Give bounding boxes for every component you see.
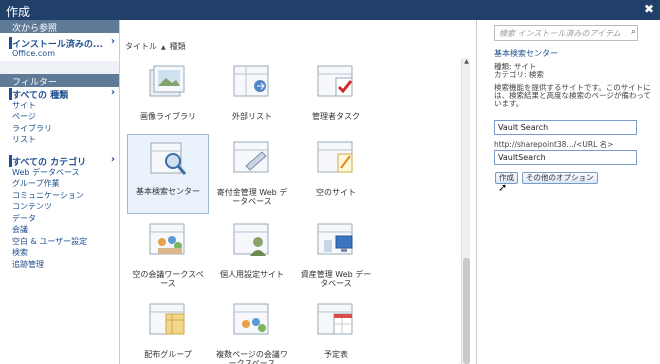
name-field[interactable]: Vault Search — [494, 120, 637, 135]
close-icon[interactable]: ✖ — [644, 2, 654, 16]
nav-item-site[interactable]: サイト — [12, 100, 119, 112]
template-title: 基本検索センター — [494, 49, 558, 58]
nav-item-page[interactable]: ページ — [12, 111, 119, 123]
nav-item-blank[interactable]: 空白 & ユーザー設定 — [12, 236, 119, 248]
sort-type[interactable]: 種類 — [170, 42, 186, 51]
all-categories-filter[interactable]: すべての カテゴリ › — [9, 153, 119, 168]
chevron-right-icon: › — [110, 36, 115, 47]
installed-label: インストール済みの... — [12, 40, 104, 50]
installed-filter[interactable]: インストール済みの... › — [9, 36, 119, 50]
tile-label: 予定表 — [324, 350, 348, 359]
search-center-icon — [150, 142, 187, 175]
tile-label: 個人用設定サイト — [220, 270, 284, 279]
tile-label: 寄付金管理 Web データベース — [216, 188, 288, 206]
title-bar: 作成 ✖ — [0, 0, 660, 20]
description-line: います。 — [494, 99, 524, 108]
template-gallery: タイトル ▲ 種類 画像ライブラリ 外部リスト 管理者タスク 基本検索センター 寄付… — [121, 20, 475, 364]
nav-item-collab[interactable]: グループ作業 — [12, 178, 119, 190]
admin-tasks-icon — [317, 65, 353, 97]
tile-label: 空のサイト — [316, 188, 356, 197]
tile-blank-meeting[interactable]: 空の会議ワークスペース — [127, 216, 209, 296]
mouse-cursor-icon: ➚ — [498, 181, 508, 194]
sort-title[interactable]: タイトル — [125, 42, 157, 51]
url-label: http://sharepoint38.../<URL 名> — [494, 140, 614, 149]
sort-bar: タイトル ▲ 種類 — [125, 41, 186, 52]
window-title: 作成 — [6, 5, 31, 19]
chevron-right-icon: › — [110, 153, 115, 165]
nav-item-data[interactable]: データ — [12, 213, 119, 225]
multipage-meeting-icon — [233, 303, 269, 335]
tile-label: 複数ページの会議ワークスペース — [216, 350, 288, 364]
nav-item-search[interactable]: 検索 — [12, 247, 119, 259]
personal-site-icon — [233, 223, 269, 256]
blank-site-icon — [317, 141, 353, 173]
tile-calendar[interactable]: 予定表 — [295, 296, 377, 364]
nav-item-meeting[interactable]: 会議 — [12, 224, 119, 236]
tile-label: 画像ライブラリ — [140, 112, 196, 121]
scroll-up-icon[interactable]: ▲ — [463, 58, 470, 66]
url-field[interactable]: VaultSearch — [494, 150, 637, 165]
all-categories-label: すべての カテゴリ — [12, 157, 87, 168]
picture-library-icon — [149, 65, 185, 97]
search-input[interactable]: 検索 インストール済みのアイテム — [494, 25, 638, 41]
details-pane: 検索 インストール済みのアイテム ⌕ 基本検索センター 種類: サイト カテゴリ… — [476, 20, 660, 364]
nav-item-library[interactable]: ライブラリ — [12, 123, 119, 135]
search-icon[interactable]: ⌕ — [631, 27, 636, 37]
tile-label: 空の会議ワークスペース — [132, 270, 204, 288]
tile-blank-site[interactable]: 空のサイト — [295, 134, 377, 214]
tile-picture-library[interactable]: 画像ライブラリ — [127, 58, 209, 138]
gallery-scrollbar[interactable]: ▲ — [461, 58, 470, 364]
distribution-group-icon — [149, 303, 185, 335]
nav-item-content[interactable]: コンテンツ — [12, 201, 119, 213]
browse-header: 次から参照 — [0, 20, 119, 34]
all-types-filter[interactable]: すべての 種類 › — [9, 86, 119, 101]
nav-item-list[interactable]: リスト — [12, 134, 119, 146]
tile-label: 基本検索センター — [136, 187, 200, 196]
tile-basic-search-center[interactable]: 基本検索センター — [127, 134, 209, 214]
asset-webdb-icon — [317, 223, 353, 255]
tile-distribution-group[interactable]: 配布グループ — [127, 296, 209, 364]
nav-item-tracking[interactable]: 追跡管理 — [12, 259, 119, 271]
scroll-thumb[interactable] — [463, 258, 470, 364]
tile-asset-webdb[interactable]: 資産管理 Web データベース — [295, 216, 377, 296]
nav-item-comm[interactable]: コミュニケーション — [12, 190, 119, 202]
nav-item-office[interactable]: Office.com — [12, 49, 119, 61]
tile-donation-webdb[interactable]: 寄付金管理 Web データベース — [211, 134, 293, 214]
chevron-right-icon: › — [110, 86, 115, 98]
tile-external-list[interactable]: 外部リスト — [211, 58, 293, 138]
all-types-label: すべての 種類 — [12, 90, 69, 101]
tile-multipage-meeting[interactable]: 複数ページの会議ワークスペース — [211, 296, 293, 364]
left-nav: 次から参照 インストール済みの... › Office.com フィルター すべ… — [0, 20, 120, 364]
filter-header: フィルター — [0, 73, 119, 88]
meeting-workspace-icon — [149, 223, 185, 255]
tile-label: 資産管理 Web データベース — [300, 270, 372, 288]
tile-label: 配布グループ — [144, 350, 192, 359]
tile-personalization-site[interactable]: 個人用設定サイト — [211, 216, 293, 296]
sort-asc-icon: ▲ — [161, 44, 166, 51]
more-options-button[interactable]: その他のオプション — [522, 172, 598, 184]
nav-item-webdb[interactable]: Web データベース — [12, 167, 119, 179]
tile-label: 管理者タスク — [312, 112, 360, 121]
tile-admin-tasks[interactable]: 管理者タスク — [295, 58, 377, 138]
template-category: カテゴリ: 検索 — [494, 70, 544, 79]
donation-webdb-icon — [233, 141, 269, 173]
calendar-icon — [317, 303, 353, 335]
external-list-icon — [233, 65, 269, 97]
tile-label: 外部リスト — [232, 112, 272, 121]
